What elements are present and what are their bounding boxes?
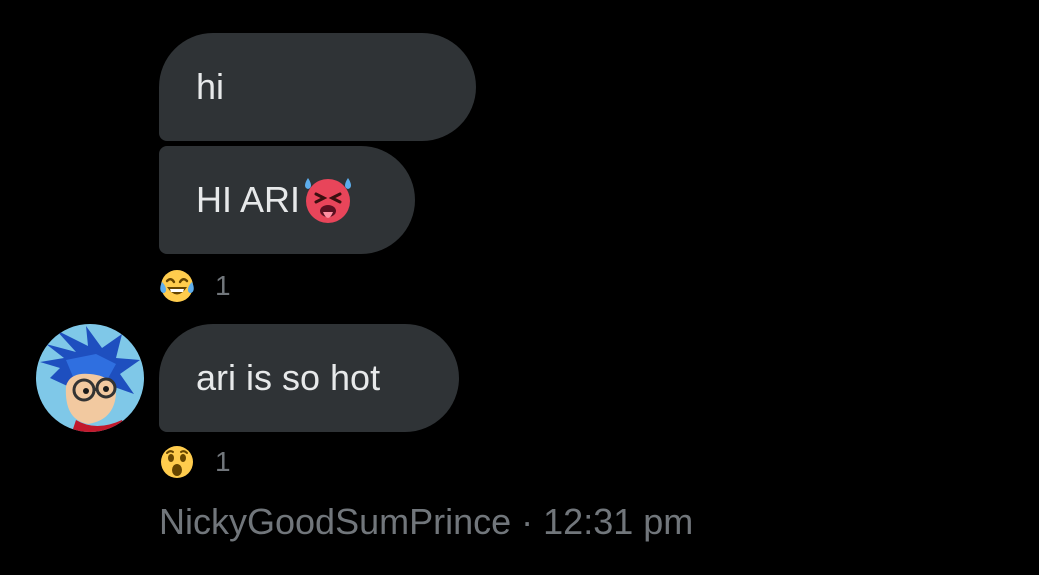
reaction-count: 1 [215,270,231,301]
avatar[interactable] [36,324,144,432]
message-text: ari is so hot [196,357,381,398]
message-bubble[interactable]: hi [159,33,476,141]
message-text: HI ARI [196,179,301,220]
reaction-count: 1 [215,446,231,477]
astonished-face-emoji-icon [159,444,195,480]
reaction-pill[interactable]: 1 [159,268,231,304]
message-meta: NickyGoodSumPrince · 12:31 pm [159,501,693,543]
message-bubble[interactable]: ari is so hot [159,324,459,432]
sender-name[interactable]: NickyGoodSumPrince [159,501,511,542]
message-text: hi [196,66,225,107]
message-bubble[interactable]: HI ARI [159,146,415,254]
meta-separator: · [521,501,534,542]
hot-face-emoji-icon [302,174,354,226]
reaction-pill[interactable]: 1 [159,444,231,480]
joy-laughing-emoji-icon [159,268,195,304]
message-timestamp: 12:31 pm [543,501,694,542]
